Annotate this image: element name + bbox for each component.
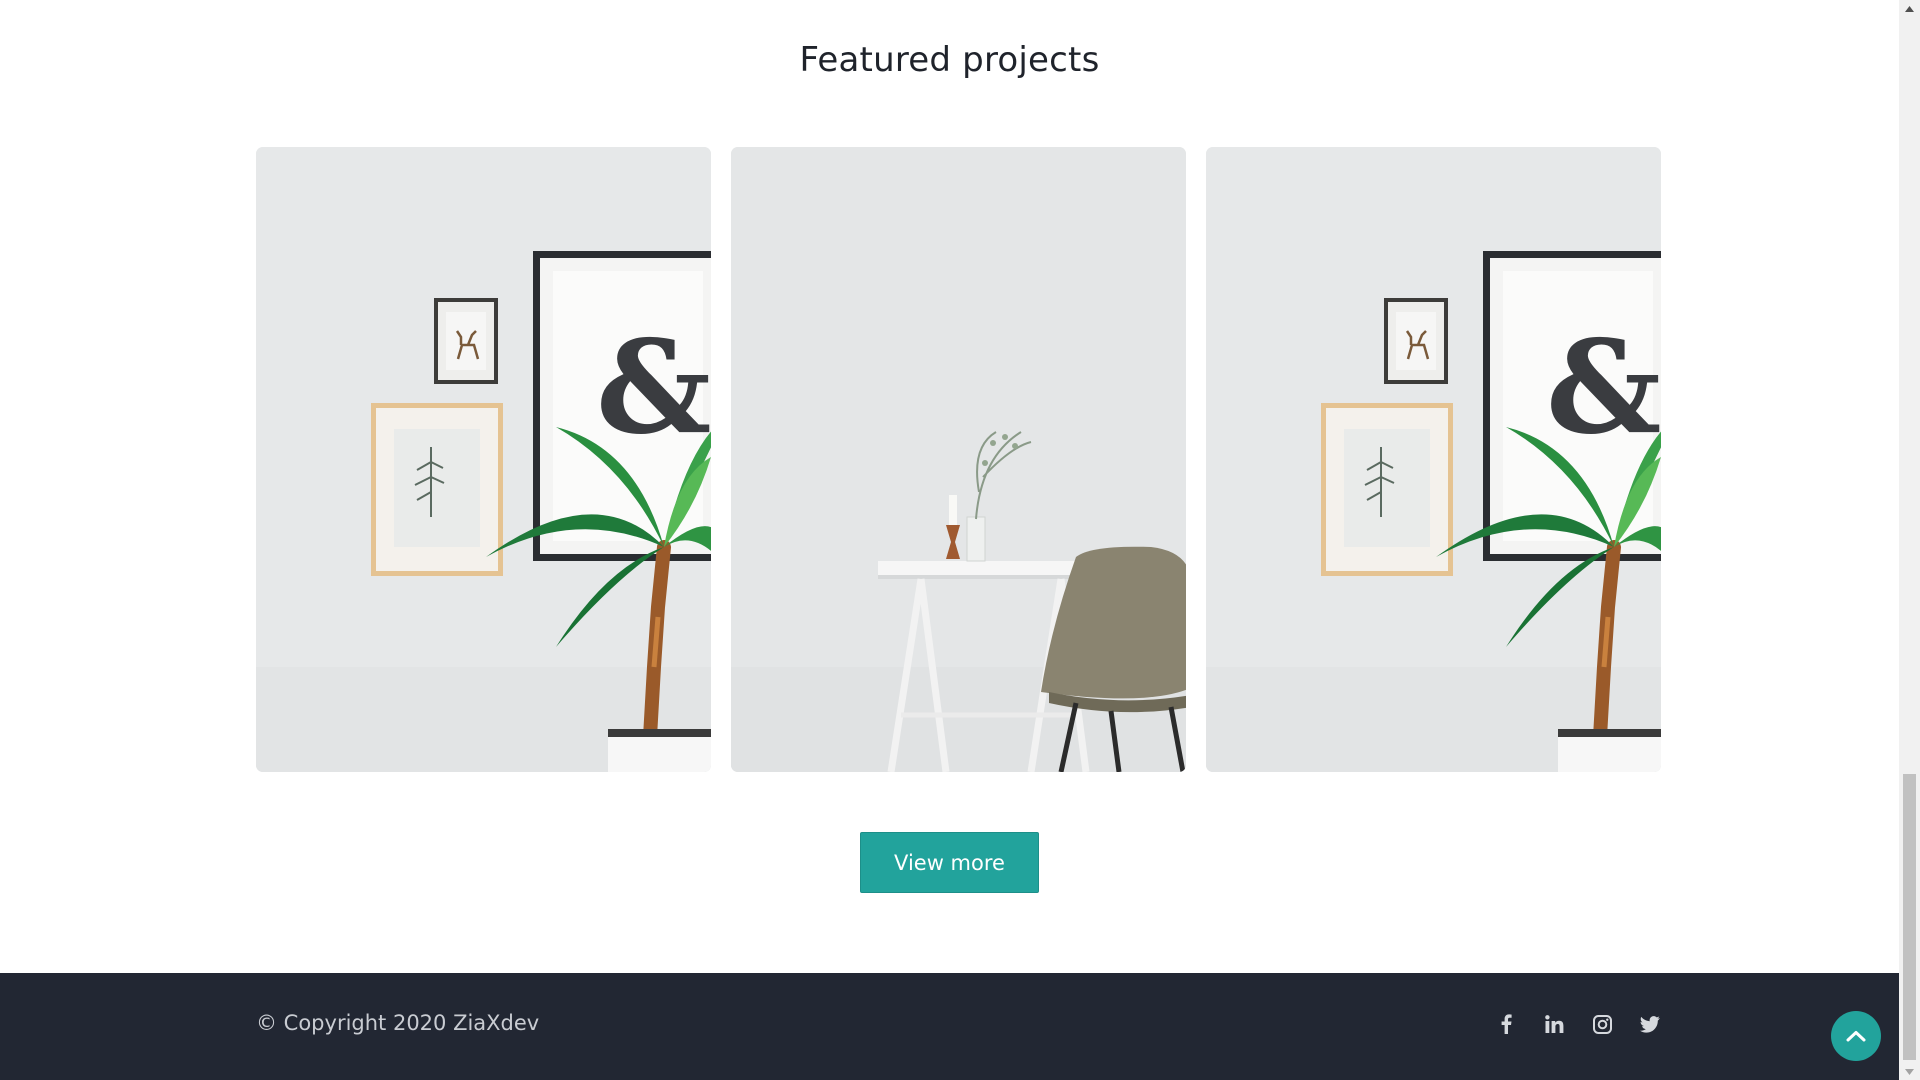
project-card-3[interactable]: & — [1206, 147, 1661, 772]
view-more-button[interactable]: View more — [860, 832, 1039, 893]
caret-up-icon — [1905, 5, 1914, 12]
scroll-down-arrow[interactable] — [1899, 1063, 1920, 1080]
project-card-1[interactable]: & — [256, 147, 711, 772]
project-card-2[interactable] — [731, 147, 1186, 772]
chevron-up-icon — [1846, 1031, 1866, 1042]
facebook-icon[interactable] — [1495, 1013, 1517, 1035]
project-image-plant: & — [1206, 147, 1661, 772]
instagram-icon[interactable] — [1591, 1013, 1613, 1035]
svg-text:&: & — [596, 313, 711, 463]
svg-text:&: & — [1546, 313, 1661, 463]
page-scrollbar[interactable] — [1899, 0, 1920, 1080]
scrollbar-thumb[interactable] — [1903, 774, 1916, 1060]
copyright-text: © Copyright 2020 ZiaXdev — [256, 1011, 540, 1035]
site-footer: © Copyright 2020 ZiaXdev — [0, 973, 1899, 1080]
caret-down-icon — [1905, 1068, 1914, 1075]
linkedin-icon[interactable] — [1543, 1013, 1565, 1035]
twitter-icon[interactable] — [1639, 1013, 1661, 1035]
section-title: Featured projects — [799, 40, 1100, 80]
social-links — [1495, 1013, 1661, 1035]
back-to-top-button[interactable] — [1831, 1011, 1881, 1061]
project-image-plant: & — [256, 147, 711, 772]
project-image-desk — [731, 147, 1186, 772]
browser-viewport: Featured projects & & View more © Copyri… — [0, 0, 1920, 1080]
scroll-up-arrow[interactable] — [1899, 0, 1920, 17]
page: Featured projects & & View more © Copyri… — [0, 0, 1899, 1080]
project-gallery: & & — [256, 147, 1662, 772]
